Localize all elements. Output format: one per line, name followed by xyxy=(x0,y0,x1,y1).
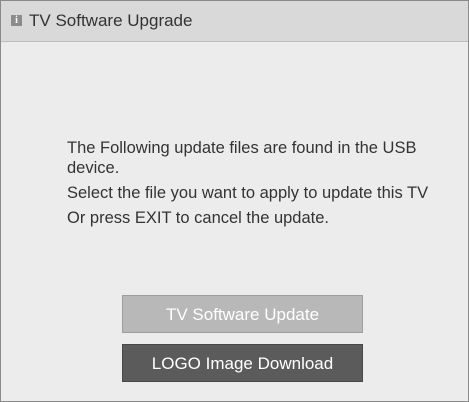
message-line-2: Select the file you want to apply to upd… xyxy=(67,184,429,202)
dialog-titlebar: i TV Software Upgrade xyxy=(1,1,468,42)
logo-image-download-button[interactable]: LOGO Image Download xyxy=(122,344,363,382)
message-line-1: The Following update files are found in … xyxy=(67,139,417,177)
upgrade-dialog: i TV Software Upgrade The Following upda… xyxy=(0,0,469,402)
info-icon: i xyxy=(11,15,22,26)
dialog-title: TV Software Upgrade xyxy=(29,11,193,30)
tv-software-update-button[interactable]: TV Software Update xyxy=(122,295,363,333)
message-line-3: Or press EXIT to cancel the update. xyxy=(67,209,330,227)
dialog-message: The Following update files are found in … xyxy=(67,138,457,233)
